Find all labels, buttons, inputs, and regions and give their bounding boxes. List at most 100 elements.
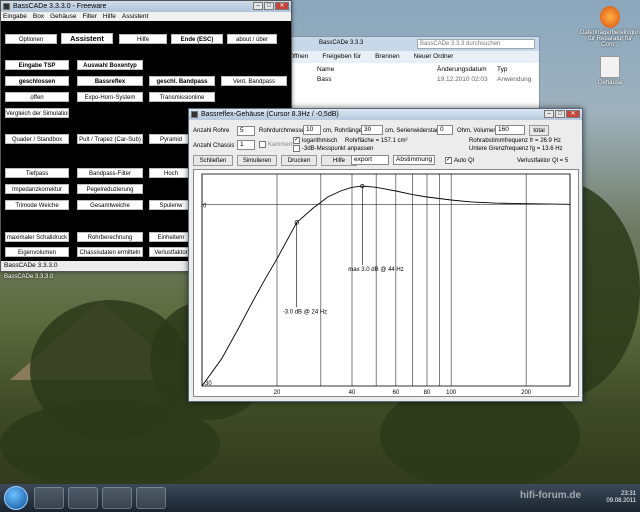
export-select[interactable]: export: [351, 155, 389, 165]
abstimmung-select[interactable]: Abstimmung: [393, 155, 435, 165]
anzahl-chassis-select[interactable]: 1: [237, 140, 255, 150]
explorer-col-date[interactable]: Änderungsdatum: [437, 66, 487, 73]
schliessen-button[interactable]: Schließen: [193, 155, 233, 166]
geschl-bandpass-button[interactable]: geschl. Bandpass: [149, 76, 215, 86]
plot-frame: [201, 173, 571, 387]
dialog-close-button[interactable]: ✕: [566, 110, 580, 118]
logarithmisch-checkbox[interactable]: ✓: [293, 137, 300, 144]
resonanz-label: Rohrabstimmfrequenz fr = 26.9 Hz: [469, 138, 561, 144]
kammern-checkbox[interactable]: [259, 141, 266, 148]
frequency-response-plot[interactable]: 20 40 60 80 100 200 -30 0 -3.0 dB @ 24 Hz max 3.0…: [193, 169, 579, 397]
dialog-minimize-button[interactable]: –: [544, 110, 554, 118]
dialog-icon: [191, 111, 198, 118]
messpunkt-checkbox[interactable]: [293, 145, 300, 152]
desktop-shortcut-label: Datenträgerbereinigung für Reparatur für…: [580, 30, 640, 48]
einheiten-button[interactable]: Einheitenr: [149, 232, 193, 242]
close-button[interactable]: ✕: [275, 2, 289, 10]
vergleich-button[interactable]: Vergleich der Simulation: [5, 108, 69, 118]
rohrdurchmesser-input[interactable]: 10: [303, 125, 321, 135]
pyramide-button[interactable]: Pyramid: [149, 134, 193, 144]
serienwiderstand-input[interactable]: 0: [437, 125, 453, 135]
tiefpass-button[interactable]: Tiefpass: [5, 168, 69, 178]
total-button[interactable]: total: [529, 125, 549, 136]
bassreflex-button[interactable]: Bassreflex: [77, 76, 143, 86]
eingabe-tsp-button[interactable]: Eingabe TSP: [5, 60, 69, 70]
dialog-caption-buttons: – □ ✕: [544, 110, 580, 118]
simulieren-button[interactable]: Simulieren: [237, 155, 277, 166]
volumen-input[interactable]: 160: [495, 125, 525, 135]
explorer-toolbar: Öffnen Freigeben für Brennen Neuer Ordne…: [287, 51, 539, 63]
eigenvolumen-button[interactable]: Eigenvolumen: [5, 247, 69, 257]
explorer-file-list: Name Änderungsdatum Typ Bass 19.12.2010 …: [287, 63, 539, 111]
expo-horn-button[interactable]: Expo-Horn-System: [77, 92, 143, 102]
explorer-row[interactable]: Bass 19.12.2010 02:03 Anwendung: [287, 75, 539, 85]
auto-ql-label: Auto Ql: [454, 158, 475, 164]
menu-assistent[interactable]: Assistent: [122, 12, 148, 21]
desktop-file[interactable]: Gehäuse: [580, 56, 640, 86]
rohrflaeche-label: Rohrfläche = 157.1 cm²: [345, 138, 408, 144]
menu-hilfe[interactable]: Hilfe: [103, 12, 116, 21]
minimize-button[interactable]: –: [253, 2, 263, 10]
pult-button[interactable]: Pult / Trapez (Car-Sub): [77, 134, 143, 144]
dialog-titlebar: Bassreflex-Gehäuse (Cursor 8.3Hz / -0,5d…: [189, 109, 582, 120]
x-tick-label: 60: [393, 390, 400, 396]
rohrlaenge-input[interactable]: 30: [361, 125, 383, 135]
pegel-button[interactable]: Pegelreduzierung: [77, 184, 143, 194]
assistent-button[interactable]: Assistent: [61, 33, 113, 44]
explorer-search-input[interactable]: BassCADe 3.3.3 durchsuchen: [417, 39, 535, 49]
desktop-shortcut[interactable]: Datenträgerbereinigung für Reparatur für…: [580, 6, 640, 48]
hilfe-button[interactable]: Hilfe: [119, 34, 167, 44]
maximize-button[interactable]: □: [264, 2, 274, 10]
anzahl-rohre-select[interactable]: 5: [237, 126, 255, 136]
bassreflex-dialog: Bassreflex-Gehäuse (Cursor 8.3Hz / -0,5d…: [188, 108, 583, 402]
explorer-new-folder-button[interactable]: Neuer Ordner: [414, 51, 454, 63]
menu-gehaeuse[interactable]: Gehäuse: [50, 12, 76, 21]
explorer-col-type[interactable]: Typ: [497, 66, 507, 73]
response-curve: [201, 185, 571, 387]
spulenweiche-button[interactable]: Spulenw: [149, 200, 193, 210]
quader-button[interactable]: Quader / Standbox: [5, 134, 69, 144]
verlustfaktor-button[interactable]: Verlustfaktor: [149, 247, 193, 257]
gesamtweiche-button[interactable]: Gesamtweiche: [77, 200, 143, 210]
x-tick-label: 100: [446, 390, 457, 396]
drucken-button[interactable]: Drucken: [281, 155, 317, 166]
system-clock[interactable]: 23:31 09.08.2011: [606, 491, 636, 505]
vent-bandpass-button[interactable]: Vent. Bandpass: [221, 76, 287, 86]
anzahl-rohre-label: Anzahl Rohre: [193, 128, 230, 134]
about-button[interactable]: about / über: [227, 34, 277, 44]
main-titlebar: BassCADe 3.3.3.0 - Freeware – □ ✕: [1, 1, 291, 12]
geschlossen-button[interactable]: geschlossen: [5, 76, 69, 86]
menu-filter[interactable]: Filter: [82, 12, 96, 21]
taskbar-media[interactable]: [68, 487, 98, 509]
explorer-share-button[interactable]: Freigeben für: [322, 51, 361, 63]
chassisdaten-button[interactable]: Chassisdaten ermitteln: [77, 247, 143, 257]
start-button[interactable]: [4, 486, 28, 510]
bandpass-filter-button[interactable]: Bandpass-Filter: [77, 168, 143, 178]
explorer-col-name[interactable]: Name: [317, 66, 334, 73]
impedanz-button[interactable]: Impedanzkorrektur: [5, 184, 69, 194]
offen-button[interactable]: offen: [5, 92, 69, 102]
hochpass-button[interactable]: Hoch: [149, 168, 193, 178]
taskbar-basscade[interactable]: [136, 487, 166, 509]
auto-ql-checkbox[interactable]: ✓: [445, 157, 452, 164]
explorer-burn-button[interactable]: Brennen: [375, 51, 400, 63]
taskbar-explorer[interactable]: [102, 487, 132, 509]
palm-foliage: [0, 400, 220, 490]
optionen-button[interactable]: Optionen: [5, 34, 57, 44]
transmissionline-button[interactable]: Transmissionline: [149, 92, 215, 102]
menu-eingabe[interactable]: Eingabe: [3, 12, 27, 21]
rohrdurchmesser-label: Rohrdurchmesser: [259, 128, 307, 134]
trimode-button[interactable]: Trimode Weiche: [5, 200, 69, 210]
explorer-path: BassCADe 3.3.3: [319, 40, 364, 46]
menu-box[interactable]: Box: [33, 12, 44, 21]
dialog-maximize-button[interactable]: □: [555, 110, 565, 118]
taskbar-firefox[interactable]: [34, 487, 64, 509]
response-chart: 20 40 60 80 100 200-300-3.0 dB @ 24 Hzmax 3.0…: [201, 173, 571, 396]
logarithmisch-label: logarithmisch: [302, 138, 338, 144]
ende-button[interactable]: Ende (ESC): [171, 34, 223, 44]
max-schalldruck-button[interactable]: maximaler Schalldruck: [5, 232, 69, 242]
explorer-row-date: 19.12.2010 02:03: [437, 76, 488, 83]
desktop-file-label: Gehäuse: [597, 80, 623, 86]
rohrberechnung-button[interactable]: Rohrberechnung: [77, 232, 143, 242]
auswahl-boxentyp-button[interactable]: Auswahl Boxentyp: [77, 60, 143, 70]
